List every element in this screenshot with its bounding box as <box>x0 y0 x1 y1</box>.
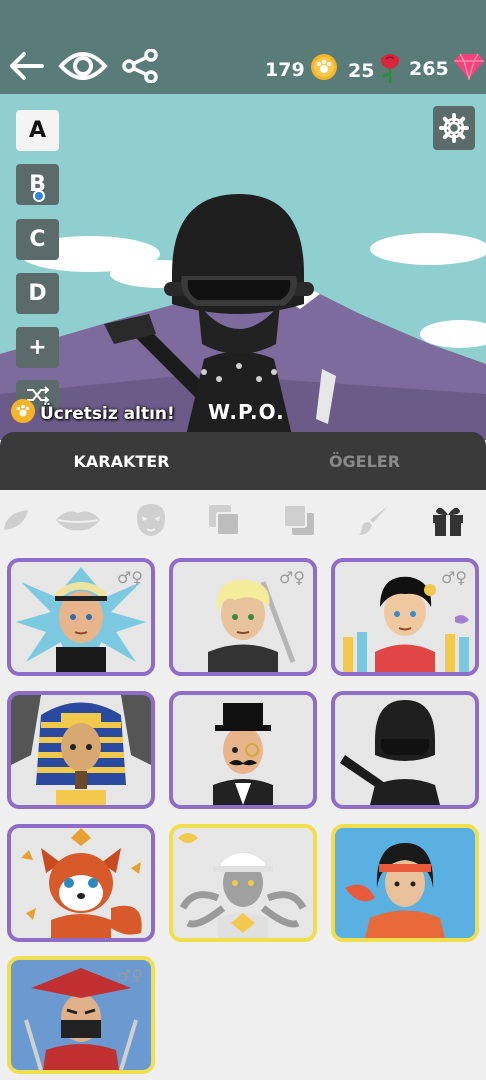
brush-icon[interactable] <box>354 500 394 540</box>
back-arrow-icon[interactable] <box>4 44 48 88</box>
gender-icon: ♂♀ <box>116 568 143 587</box>
add-slot-button[interactable]: + <box>16 327 59 368</box>
character-grid: ♂♀ ♂♀ ♂♀ ♂♀ <box>0 552 486 1080</box>
character-card-ice-boy[interactable]: ♂♀ <box>7 558 155 676</box>
swat-soldier-avatar <box>340 700 457 805</box>
settings-button[interactable] <box>433 106 475 150</box>
character-badge-text: W.P.O. <box>208 400 285 424</box>
character-card-painter-boy[interactable]: ♂♀ <box>331 558 479 676</box>
slot-d-button[interactable]: D <box>16 273 59 314</box>
rose-counter: 25 <box>348 52 402 89</box>
eye-icon[interactable] <box>58 44 108 88</box>
coin-count: 179 <box>265 58 305 81</box>
gender-icon: ♂♀ <box>116 966 143 985</box>
top-bar: 179 25 265 <box>0 0 486 94</box>
slot-b-indicator-dot <box>33 190 45 202</box>
gentleman-avatar <box>213 703 273 805</box>
free-gold-button[interactable]: Ücretsiz altın! <box>10 398 175 429</box>
character-preview-scene: W.P.O. A B C D + Ücretsiz altın! <box>0 94 486 440</box>
leaf-icon[interactable] <box>0 500 36 540</box>
gem-count: 265 <box>409 57 449 80</box>
paw-coin-icon <box>10 398 36 429</box>
red-panda-avatar <box>21 828 142 938</box>
character-card-pharaoh[interactable] <box>7 691 155 809</box>
gender-icon: ♂♀ <box>440 568 467 587</box>
tab-items[interactable]: ÖGELER <box>243 432 486 490</box>
category-bar <box>0 490 486 552</box>
coin-counter: 179 <box>265 52 339 87</box>
character-card-blonde-swordsman[interactable]: ♂♀ <box>169 558 317 676</box>
gear-icon <box>439 113 469 143</box>
layer-back-icon[interactable] <box>279 500 319 540</box>
slot-b-button[interactable]: B <box>16 164 59 205</box>
character-card-gentleman[interactable] <box>169 691 317 809</box>
gem-counter: 265 <box>409 52 485 85</box>
character-card-kimono-girl[interactable] <box>331 824 479 942</box>
share-icon[interactable] <box>118 44 162 88</box>
slot-c-button[interactable]: C <box>16 219 59 260</box>
pharaoh-avatar <box>11 695 151 805</box>
gem-icon <box>453 52 485 85</box>
gift-icon[interactable] <box>428 500 468 540</box>
tab-character[interactable]: KARAKTER <box>0 432 243 490</box>
tab-bar: KARAKTER ÖGELER <box>0 432 486 490</box>
robot-arms-avatar <box>178 833 307 938</box>
character-card-swat-soldier[interactable] <box>331 691 479 809</box>
mask-icon[interactable] <box>131 500 171 540</box>
rose-count: 25 <box>348 59 375 82</box>
layers-icon[interactable] <box>204 500 244 540</box>
free-gold-label: Ücretsiz altın! <box>40 403 175 424</box>
slot-a-button[interactable]: A <box>16 110 59 151</box>
character-card-robot-arms[interactable] <box>169 824 317 942</box>
gender-icon: ♂♀ <box>278 568 305 587</box>
kimono-girl-avatar <box>335 828 475 938</box>
character-card-red-panda[interactable] <box>7 824 155 942</box>
character-card-ninja-samurai[interactable]: ♂♀ <box>7 956 155 1074</box>
coin-icon <box>309 52 339 87</box>
lips-icon[interactable] <box>54 500 102 540</box>
rose-icon <box>378 52 402 89</box>
